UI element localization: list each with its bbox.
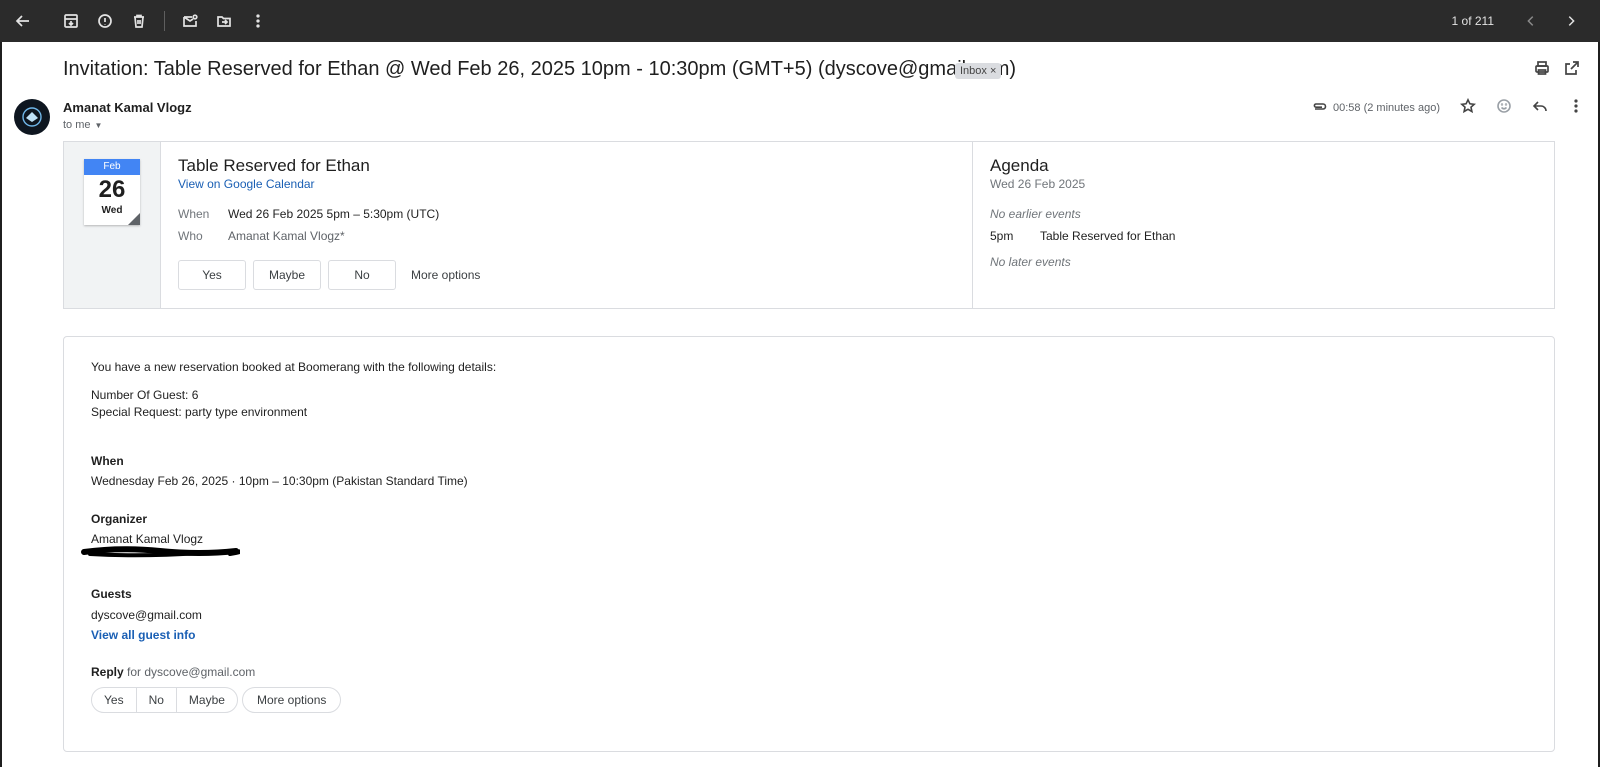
archive-icon [64,14,78,28]
recipient-text: to me [63,119,91,131]
message-view: Invitation: Table Reserved for Ethan @ W… [2,42,1598,767]
reply-for-text: for dyscove@gmail.com [127,665,256,679]
organizer-heading: Organizer [91,512,148,526]
emoji-icon [1497,99,1511,113]
header-actions [1534,60,1580,81]
reply-maybe-button[interactable]: Maybe [177,688,237,712]
guest-email[interactable]: dyscove@gmail.com [91,608,202,622]
emoji-react-button[interactable] [1496,98,1512,117]
rsvp-no-button[interactable]: No [328,260,396,290]
newer-button[interactable] [1514,4,1548,38]
caret-down-icon: ▼ [94,120,103,130]
event-who-row: Who Amanat Kamal Vlogz* [178,229,345,243]
message-more-button[interactable] [1568,98,1584,117]
sender-avatar[interactable] [14,99,50,135]
invitation-body: You have a new reservation booked at Boo… [63,336,1555,752]
agenda-event[interactable]: 5pm Table Reserved for Ethan [990,229,1175,243]
time-stamp-group: 00:58 (2 minutes ago) [1311,100,1440,116]
avatar-logo-icon [22,107,42,127]
message-toolbar: 1 of 211 [0,0,1600,42]
guests-heading: Guests [91,587,132,601]
rsvp-maybe-button[interactable]: Maybe [253,260,321,290]
special-request: Special Request: party type environment [91,405,308,419]
reply-more-options-button[interactable]: More options [242,687,342,713]
reply-label: Reply [91,665,124,679]
agenda-panel: Agenda Wed 26 Feb 2025 No earlier events… [973,142,1554,308]
event-details: Table Reserved for Ethan View on Google … [161,142,973,308]
open-external-icon [1565,61,1579,75]
timestamp: 00:58 (2 minutes ago) [1332,101,1440,114]
printer-icon [1535,61,1549,75]
folder-move-icon [217,16,231,27]
event-when-row: When Wed 26 Feb 2025 5pm – 5:30pm (UTC) [178,207,439,221]
calendar-day: 26 [98,176,126,203]
mark-unread-icon [183,14,198,27]
reply-button[interactable] [1532,98,1548,117]
pager-area: 1 of 211 [1452,0,1588,42]
chevron-right-icon [1568,16,1575,26]
agenda-event-name: Table Reserved for Ethan [1040,229,1176,243]
calendar-month: Feb [84,159,140,175]
older-button[interactable] [1554,4,1588,38]
when-heading: When [91,454,124,468]
arrow-left-icon [15,15,29,27]
reply-icon [1532,101,1547,112]
inbox-label-chip[interactable]: Inbox × [955,63,1002,79]
recipient-details[interactable]: to me ▼ [63,119,102,131]
mark-unread-button[interactable] [173,4,207,38]
back-button[interactable] [6,4,40,38]
rsvp-yes-button[interactable]: Yes [178,260,246,290]
agenda-event-time: 5pm [990,229,1014,243]
who-value: Amanat Kamal Vlogz* [228,229,345,243]
archive-button[interactable] [54,4,88,38]
reply-no-button[interactable]: No [137,688,177,712]
sender-name[interactable]: Amanat Kamal Vlogz [63,100,192,115]
when-value: Wed 26 Feb 2025 5pm – 5:30pm (UTC) [228,207,440,221]
more-options-button[interactable]: More options [411,268,480,282]
chevron-left-icon [1527,16,1534,26]
spam-icon [98,14,112,28]
more-vertical-icon [1574,99,1578,113]
page-fold-icon [128,213,140,225]
calendar-date-panel: Feb 26 Wed [64,142,161,308]
no-later-events: No later events [990,255,1071,269]
guest-count: Number Of Guest: 6 [91,388,199,402]
more-vertical-icon [256,14,260,28]
reservation-intro: You have a new reservation booked at Boo… [91,360,497,374]
reply-prompt: Reply for dyscove@gmail.com [91,665,255,679]
organizer-name: Amanat Kamal Vlogz [91,532,204,546]
when-detail: Wednesday Feb 26, 2025 · 10pm – 10:30pm … [91,474,468,488]
attachment-icon [1313,102,1327,110]
move-to-button[interactable] [207,4,241,38]
redaction-scribble [81,546,240,558]
calendar-invite-card: Feb 26 Wed Table Reserved for Ethan View… [63,141,1555,309]
view-on-calendar-link[interactable]: View on Google Calendar [178,177,315,191]
toolbar-divider [164,11,165,31]
agenda-date: Wed 26 Feb 2025 [990,177,1086,191]
event-title: Table Reserved for Ethan [178,156,370,175]
rsvp-buttons: Yes Maybe No More options [178,260,480,290]
calendar-date-icon: Feb 26 Wed [84,159,140,225]
more-actions-button[interactable] [241,4,275,38]
trash-icon [134,14,144,28]
subject-line: Invitation: Table Reserved for Ethan @ W… [63,58,1017,80]
when-label: When [178,207,210,221]
pager-count: 1 of 211 [1451,14,1494,28]
star-icon [1459,97,1477,114]
star-button[interactable] [1459,97,1477,117]
print-button[interactable] [1534,60,1550,81]
delete-button[interactable] [122,4,156,38]
reply-pill-group: Yes No Maybe [91,687,238,713]
message-meta: 00:58 (2 minutes ago) [1311,97,1584,117]
report-spam-button[interactable] [88,4,122,38]
reply-yes-button[interactable]: Yes [92,688,137,712]
who-label: Who [178,229,203,243]
view-all-guests-link[interactable]: View all guest info [91,628,195,642]
open-new-window-button[interactable] [1564,60,1580,81]
agenda-title: Agenda [990,156,1049,175]
no-earlier-events: No earlier events [990,207,1081,221]
